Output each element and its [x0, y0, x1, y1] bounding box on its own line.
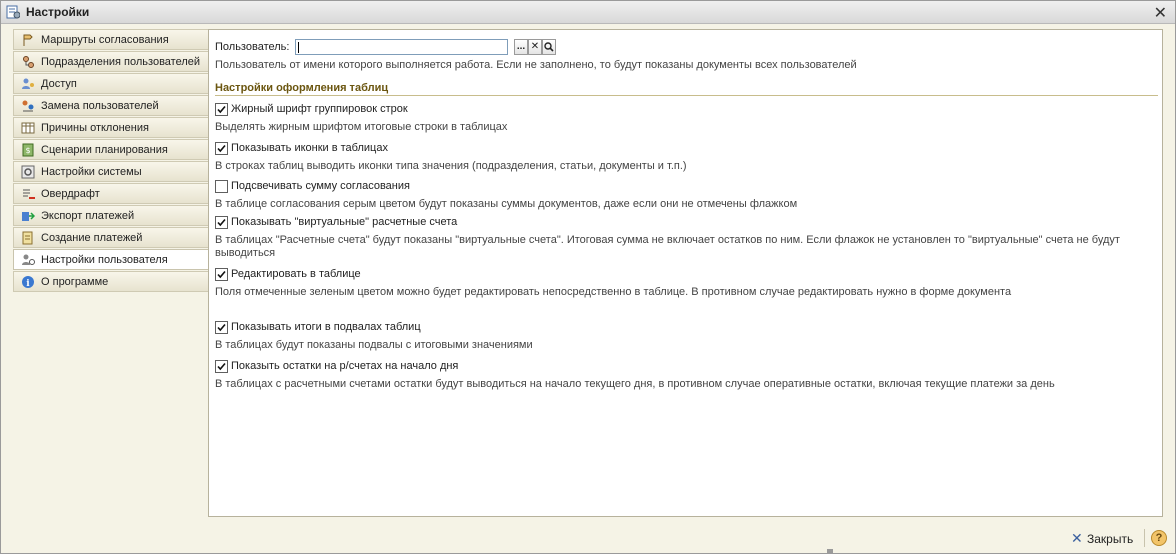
window-close-button[interactable]: ✕ — [1154, 3, 1167, 23]
sidebar-item-label: Создание платежей — [41, 232, 143, 244]
checkmark-icon — [217, 362, 226, 371]
sidebar-item-create-payments[interactable]: Создание платежей — [13, 227, 209, 248]
sidebar-item-system-settings[interactable]: Настройки системы — [13, 161, 209, 182]
route-icon — [23, 34, 33, 46]
close-button-label: Закрыть — [1087, 532, 1134, 546]
user-clear-button[interactable]: ✕ — [528, 39, 542, 55]
checkmark-icon — [217, 105, 226, 114]
sidebar-item-routes[interactable]: Маршруты согласования — [13, 29, 209, 50]
sidebar-item-label: Подразделения пользователей — [41, 56, 201, 68]
overdraft-icon — [23, 189, 35, 199]
option-description: В таблице согласования серым цветом буду… — [215, 198, 798, 210]
option-label: Подсвечивать сумму согласования — [231, 180, 410, 192]
users-key-icon — [22, 78, 34, 89]
checkmark-icon — [217, 144, 226, 153]
option-description: В таблицах с расчетными счетами остатки … — [215, 378, 1055, 390]
sidebar-item-label: Овердрафт — [41, 188, 100, 200]
window-title: Настройки — [26, 5, 90, 19]
option-description: Поля отмеченные зеленым цветом можно буд… — [215, 286, 1012, 298]
option-description: В таблицах "Расчетные счета" будут показ… — [215, 234, 1120, 259]
checkmark-icon — [217, 323, 226, 332]
search-icon — [544, 42, 554, 52]
option-label: Показывать "виртуальные" расчетные счета — [231, 216, 458, 228]
option-label: Редактировать в таблице — [231, 268, 361, 280]
table-icon — [21, 122, 35, 134]
checkmark-icon — [217, 218, 226, 227]
user-field-hint: Пользователь от имени которого выполняет… — [215, 59, 857, 71]
settings-icon — [21, 165, 35, 179]
sidebar-item-user-settings[interactable]: Настройки пользователя — [13, 249, 209, 270]
virtual-accounts-checkbox[interactable] — [215, 216, 228, 229]
footer-totals-checkbox[interactable] — [215, 321, 228, 334]
user-input[interactable] — [295, 39, 508, 55]
sidebar-item-about[interactable]: i О программе — [13, 271, 209, 292]
option-description: В строках таблиц выводить иконки типа зн… — [215, 160, 687, 172]
sidebar-item-rejection-reasons[interactable]: Причины отклонения — [13, 117, 209, 138]
close-icon: ✕ — [1071, 530, 1083, 546]
svg-text:$: $ — [25, 146, 30, 155]
sidebar-item-label: Настройки системы — [41, 166, 142, 178]
sidebar-item-access[interactable]: Доступ — [13, 73, 209, 94]
create-doc-icon — [22, 231, 33, 245]
highlight-sum-checkbox[interactable] — [215, 180, 228, 193]
info-icon: i — [22, 276, 34, 289]
opening-balances-checkbox[interactable] — [215, 360, 228, 373]
export-icon — [22, 212, 35, 221]
resize-handle[interactable] — [827, 549, 833, 553]
scenario-icon: $ — [22, 143, 34, 157]
org-tree-icon — [23, 56, 34, 68]
title-bar: Настройки ✕ — [1, 1, 1175, 24]
sidebar-item-label: Причины отклонения — [41, 122, 149, 134]
sidebar: Маршруты согласования Подразделения поль… — [13, 29, 209, 293]
sidebar-item-label: Замена пользователей — [41, 100, 159, 112]
sidebar-item-label: Экспорт платежей — [41, 210, 135, 222]
user-search-button[interactable] — [542, 39, 556, 55]
text-caret — [298, 42, 299, 53]
option-label: Показывать итоги в подвалах таблиц — [231, 321, 421, 333]
user-field-label: Пользователь: — [215, 41, 290, 53]
sidebar-item-replace-users[interactable]: Замена пользователей — [13, 95, 209, 116]
option-description: В таблицах будут показаны подвалы с итог… — [215, 339, 533, 351]
sidebar-item-label: Настройки пользователя — [41, 254, 168, 266]
option-label: Показывать иконки в таблицах — [231, 142, 388, 154]
edit-in-table-checkbox[interactable] — [215, 268, 228, 281]
help-button[interactable]: ? — [1151, 530, 1167, 546]
section-title: Настройки оформления таблиц — [215, 82, 1158, 96]
user-select-button[interactable]: ... — [514, 39, 528, 55]
bold-groups-checkbox[interactable] — [215, 103, 228, 116]
settings-window-icon — [6, 5, 20, 19]
option-label: Жирный шрифт группировок строк — [231, 103, 408, 115]
sidebar-item-label: Маршруты согласования — [41, 34, 169, 46]
sidebar-item-label: Сценарии планирования — [41, 144, 168, 156]
sidebar-item-label: О программе — [41, 276, 109, 288]
sidebar-item-departments[interactable]: Подразделения пользователей — [13, 51, 209, 72]
sidebar-item-export-payments[interactable]: Экспорт платежей — [13, 205, 209, 226]
sidebar-item-label: Доступ — [41, 78, 77, 90]
table-icons-checkbox[interactable] — [215, 142, 228, 155]
sidebar-item-overdraft[interactable]: Овердрафт — [13, 183, 209, 204]
swap-users-icon — [22, 100, 34, 112]
option-label: Показыть остатки на р/счетах на начало д… — [231, 360, 459, 372]
svg-text:i: i — [26, 279, 30, 289]
checkmark-icon — [217, 270, 226, 279]
user-settings-icon — [22, 254, 35, 265]
settings-panel: Пользователь: ... ✕ Пользователь от имен… — [208, 29, 1163, 517]
settings-window: Настройки ✕ Маршруты согласования Подраз… — [0, 0, 1176, 554]
footer-divider — [1144, 529, 1145, 547]
sidebar-item-planning-scenarios[interactable]: $ Сценарии планирования — [13, 139, 209, 160]
option-description: Выделять жирным шрифтом итоговые строки … — [215, 121, 508, 133]
